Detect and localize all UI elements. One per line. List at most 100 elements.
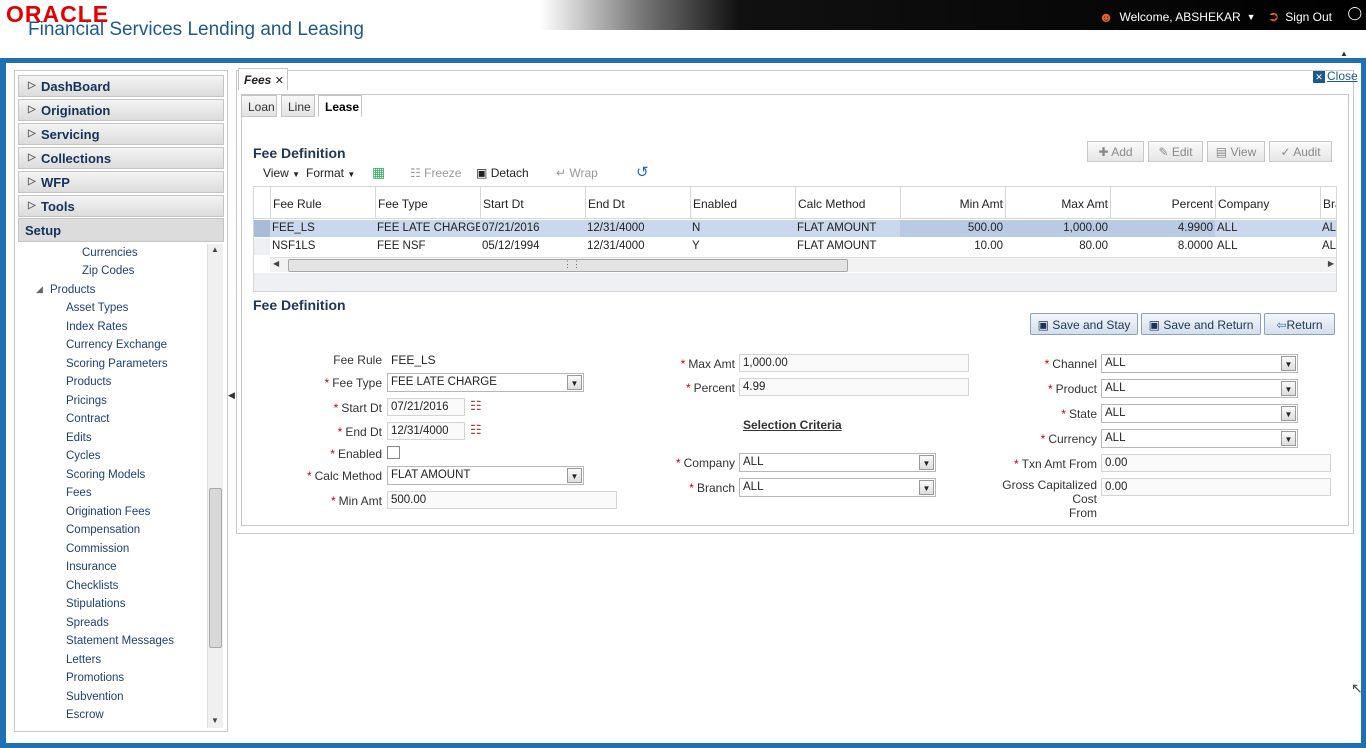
- tree-item-currency-exchange[interactable]: Currency Exchange: [66, 339, 167, 351]
- tree-item-subvention[interactable]: Subvention: [66, 691, 124, 703]
- audit-button[interactable]: ✓ Audit: [1269, 141, 1332, 162]
- fee-type-select[interactable]: FEE LATE CHARGE ▼: [387, 373, 584, 392]
- sign-out-link[interactable]: Sign Out: [1285, 10, 1332, 24]
- tree-item-zip-codes[interactable]: Zip Codes: [82, 265, 134, 277]
- calendar-icon[interactable]: ☷: [470, 422, 486, 438]
- collapse-header-icon[interactable]: ▲: [1340, 49, 1354, 58]
- max-amt-field[interactable]: 1,000.00: [739, 354, 969, 372]
- close-link[interactable]: ✕ Close: [1313, 69, 1358, 83]
- tree-item-statement-messages[interactable]: Statement Messages: [66, 635, 174, 647]
- tree-item-products[interactable]: Products: [66, 376, 111, 388]
- calendar-icon[interactable]: ☷: [470, 398, 486, 414]
- help-icon[interactable]: ◯: [1347, 5, 1362, 21]
- col-max-amt[interactable]: Max Amt: [1005, 187, 1110, 219]
- tree-item-contract[interactable]: Contract: [66, 413, 109, 425]
- tree-item-scoring-parameters[interactable]: Scoring Parameters: [66, 358, 168, 370]
- branch-select[interactable]: ALL ▼: [739, 478, 936, 497]
- view-button[interactable]: ▤ View: [1207, 141, 1265, 162]
- tree-item-asset-types[interactable]: Asset Types: [66, 302, 128, 314]
- nav-origination[interactable]: ▷ Origination: [18, 99, 224, 121]
- tree-item-origination-fees[interactable]: Origination Fees: [66, 506, 150, 518]
- min-amt-field[interactable]: 500.00: [387, 491, 617, 509]
- col-company[interactable]: Company: [1215, 187, 1320, 219]
- save-and-return-button[interactable]: ▣ Save and Return: [1141, 313, 1261, 335]
- view-menu[interactable]: View ▼: [263, 166, 300, 180]
- chevron-down-icon[interactable]: ▼: [1281, 356, 1296, 371]
- col-fee-rule[interactable]: Fee Rule: [270, 187, 375, 219]
- tab-loan[interactable]: Loan: [241, 95, 277, 117]
- chevron-down-icon[interactable]: ▼: [1281, 406, 1296, 421]
- col-calc-method[interactable]: Calc Method: [795, 187, 900, 219]
- tree-item-commission[interactable]: Commission: [66, 543, 129, 555]
- txn-amt-from-field[interactable]: 0.00: [1101, 454, 1331, 472]
- nav-tools[interactable]: ▷ Tools: [18, 195, 224, 217]
- nav-wfp[interactable]: ▷ WFP: [18, 171, 224, 193]
- tree-item-pricings[interactable]: Pricings: [66, 395, 107, 407]
- tab-lease[interactable]: Lease: [318, 95, 362, 117]
- scroll-left-icon[interactable]: ◀: [273, 259, 279, 268]
- tab-line[interactable]: Line: [281, 95, 315, 117]
- col-fee-type[interactable]: Fee Type: [375, 187, 480, 219]
- tree-item-insurance[interactable]: Insurance: [66, 561, 117, 573]
- chevron-down-icon[interactable]: ▼: [567, 375, 582, 390]
- col-percent[interactable]: Percent: [1110, 187, 1215, 219]
- col-min-amt[interactable]: Min Amt: [900, 187, 1005, 219]
- grid-hscrollbar[interactable]: ◀ ⋮⋮ ▶: [270, 257, 1336, 272]
- tree-item-checklists[interactable]: Checklists: [66, 580, 118, 592]
- enabled-checkbox[interactable]: [387, 446, 400, 459]
- nav-dashboard[interactable]: ▷ DashBoard: [18, 75, 224, 97]
- chevron-down-icon[interactable]: ▼: [919, 480, 934, 495]
- product-select[interactable]: ALL ▼: [1101, 379, 1298, 398]
- nav-collections[interactable]: ▷ Collections: [18, 147, 224, 169]
- state-select[interactable]: ALL ▼: [1101, 404, 1298, 423]
- end-dt-field[interactable]: 12/31/4000: [387, 422, 465, 440]
- hscroll-thumb[interactable]: ⋮⋮: [288, 259, 848, 272]
- tree-item-letters[interactable]: Letters: [66, 654, 101, 666]
- tree-item-products-folder[interactable]: Products: [50, 284, 95, 296]
- table-row[interactable]: FEE_LS FEE LATE CHARGE 07/21/2016 12/31/…: [254, 220, 1336, 237]
- table-row[interactable]: NSF1LS FEE NSF 05/12/1994 12/31/4000 Y F…: [254, 238, 1336, 255]
- calc-method-select[interactable]: FLAT AMOUNT ▼: [387, 466, 584, 485]
- gross-cap-field[interactable]: 0.00: [1101, 478, 1331, 496]
- col-start-dt[interactable]: Start Dt: [480, 187, 585, 219]
- tree-item-promotions[interactable]: Promotions: [66, 672, 124, 684]
- row-selector[interactable]: [254, 238, 270, 255]
- tree-item-scoring-models[interactable]: Scoring Models: [66, 469, 145, 481]
- tab-fees[interactable]: Fees ✕: [238, 68, 288, 90]
- tree-item-stipulations[interactable]: Stipulations: [66, 598, 125, 610]
- tree-item-index-rates[interactable]: Index Rates: [66, 321, 127, 333]
- tree-item-currencies[interactable]: Currencies: [82, 247, 138, 259]
- wrap-button[interactable]: ↵ Wrap: [556, 166, 598, 180]
- col-end-dt[interactable]: End Dt: [585, 187, 690, 219]
- save-and-stay-button[interactable]: ▣ Save and Stay: [1030, 313, 1138, 335]
- tree-item-edits[interactable]: Edits: [66, 432, 92, 444]
- currency-select[interactable]: ALL ▼: [1101, 429, 1298, 448]
- nav-servicing[interactable]: ▷ Servicing: [18, 123, 224, 145]
- row-selector[interactable]: [254, 220, 270, 237]
- tree-item-cycles[interactable]: Cycles: [66, 450, 101, 462]
- nav-setup[interactable]: Setup: [18, 218, 224, 242]
- collapse-sidebar-icon[interactable]: ◀: [228, 390, 236, 408]
- tree-item-fees[interactable]: Fees: [66, 487, 92, 499]
- tree-item-compensation[interactable]: Compensation: [66, 524, 140, 536]
- add-button[interactable]: ✚ Add: [1087, 141, 1144, 162]
- start-dt-field[interactable]: 07/21/2016: [387, 398, 465, 416]
- collapse-triangle-icon[interactable]: ◢: [36, 284, 43, 295]
- sidebar-scrollbar[interactable]: ▲ ▼: [207, 244, 223, 728]
- chevron-down-icon[interactable]: ▼: [1247, 12, 1256, 22]
- return-button[interactable]: ⇦Return: [1264, 313, 1335, 335]
- format-menu[interactable]: Format ▼: [306, 166, 355, 180]
- tree-item-spreads[interactable]: Spreads: [66, 617, 109, 629]
- tree-item-escrow[interactable]: Escrow: [66, 709, 104, 721]
- scroll-right-icon[interactable]: ▶: [1328, 259, 1334, 268]
- col-branch[interactable]: Bra: [1320, 187, 1336, 219]
- col-enabled[interactable]: Enabled: [690, 187, 795, 219]
- detach-button[interactable]: ▣ Detach: [476, 166, 529, 180]
- freeze-button[interactable]: ☷ Freeze: [410, 166, 461, 180]
- chevron-down-icon[interactable]: ▼: [1281, 431, 1296, 446]
- refresh-icon[interactable]: ↺: [636, 163, 649, 181]
- close-tab-icon[interactable]: ✕: [275, 75, 284, 87]
- query-by-example-icon[interactable]: ▦: [372, 164, 385, 181]
- scroll-down-icon[interactable]: ▼: [211, 716, 219, 725]
- chevron-down-icon[interactable]: ▼: [919, 455, 934, 470]
